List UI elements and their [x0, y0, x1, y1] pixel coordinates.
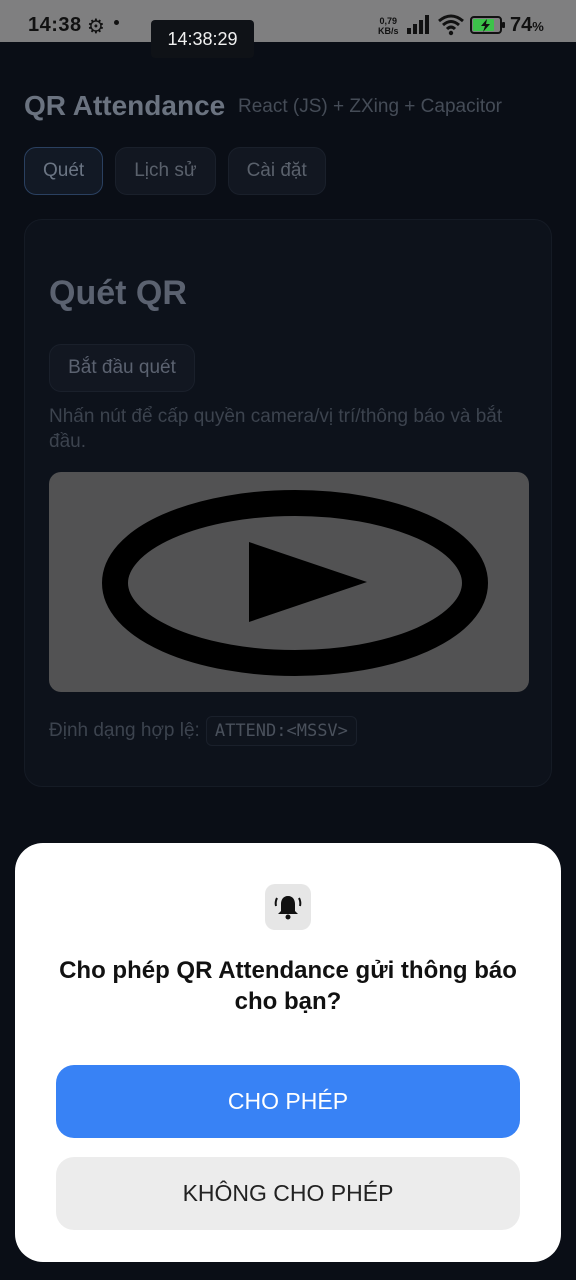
app-subtitle: React (JS) + ZXing + Capacitor: [238, 96, 502, 117]
clock-overlay: 14:38:29: [151, 20, 254, 58]
play-icon: [102, 490, 488, 676]
battery-charging-icon: [470, 16, 505, 34]
tab-scan[interactable]: Quét: [24, 147, 104, 195]
allow-button[interactable]: CHO PHÉP: [56, 1065, 520, 1138]
status-bar: 14:38 ⚙ 0,79 KB/s 74%: [0, 0, 576, 42]
camera-preview[interactable]: [49, 472, 529, 692]
tab-settings[interactable]: Cài đặt: [227, 147, 326, 195]
gear-icon: ⚙: [87, 16, 105, 38]
tab-bar: Quét Lịch sử Cài đặt: [24, 147, 326, 195]
signal-icon: [407, 15, 429, 34]
dialog-title: Cho phép QR Attendance gửi thông báo cho…: [59, 957, 517, 1015]
wifi-icon: [438, 14, 464, 36]
bell-ringing-icon: [265, 884, 311, 930]
deny-button[interactable]: KHÔNG CHO PHÉP: [56, 1157, 520, 1230]
battery-percent-suffix: %: [532, 19, 544, 34]
format-label: Định dạng hợp lệ:: [49, 720, 200, 741]
net-speed: 0,79 KB/s: [378, 16, 399, 36]
card-title: Quét QR: [49, 274, 187, 312]
status-time: 14:38: [28, 14, 82, 36]
net-speed-value: 0,79: [379, 16, 398, 26]
tab-history[interactable]: Lịch sử: [115, 147, 216, 195]
permission-dialog: Cho phép QR Attendance gửi thông báo cho…: [15, 843, 561, 1262]
scan-hint: Nhấn nút để cấp quyền camera/vị trí/thôn…: [49, 406, 503, 452]
notification-dot: [114, 20, 119, 25]
app-title: QR Attendance: [24, 90, 226, 121]
format-info: Định dạng hợp lệ: ATTEND:<MSSV>: [49, 716, 357, 746]
start-scan-button[interactable]: Bắt đầu quét: [49, 344, 195, 392]
battery-percent-value: 74: [510, 14, 533, 36]
net-speed-unit: KB/s: [378, 26, 399, 36]
battery-percent: 74%: [510, 14, 544, 37]
scan-card: Quét QR Bắt đầu quét Nhấn nút để cấp quy…: [24, 219, 552, 787]
format-code: ATTEND:<MSSV>: [205, 716, 357, 746]
